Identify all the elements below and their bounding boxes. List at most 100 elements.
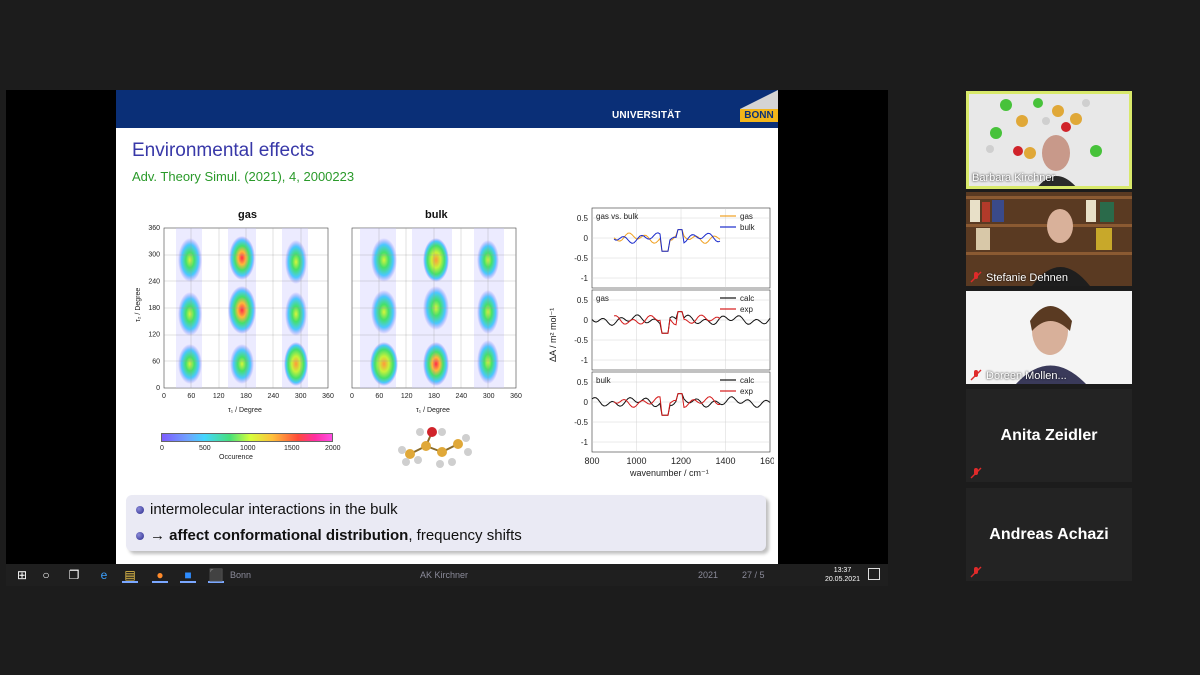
spectra-panel: 0.5 0 -0.5 -1 gas calc exp — [574, 289, 771, 371]
gas-heatmap-title: gas — [238, 209, 257, 221]
bulk-heatmap: 0 60 120 180 240 300 360 τ₁ / Degree — [350, 227, 522, 414]
bullet-text: , frequency shifts — [408, 527, 522, 544]
gas-ylabel: τ₂ / Degree — [135, 288, 142, 322]
participant-tile[interactable]: Doreen Mollen... — [966, 291, 1132, 384]
spectra-xtick: 1200 — [671, 456, 691, 466]
notification-icon[interactable] — [868, 568, 880, 580]
spectra-ytick: 0 — [584, 316, 589, 325]
task-view-icon[interactable]: ❐ — [66, 567, 82, 583]
colorbar-tick: 1500 — [284, 445, 300, 452]
spectra-panel-label: gas vs. bulk — [596, 212, 639, 221]
slide-title: Environmental effects — [132, 140, 315, 161]
heatmap-xtick: 180 — [428, 393, 440, 400]
presentation-slide: UNIVERSITÄT BONN Environmental effects A… — [116, 90, 778, 564]
heatmap-xtick: 240 — [267, 393, 279, 400]
heatmap-xtick: 360 — [510, 393, 522, 400]
heatmap-xtick: 60 — [375, 393, 383, 400]
bullet-text: intermolecular interactions in the bulk — [150, 501, 398, 518]
colorbar-tick: 2000 — [325, 445, 341, 452]
logo-universitaet: UNIVERSITÄT — [612, 110, 681, 121]
slide-subtitle: Adv. Theory Simul. (2021), 4, 2000223 — [132, 169, 355, 184]
spectra-xtick: 1000 — [626, 456, 646, 466]
participant-tile[interactable]: Stefanie Dehnen — [966, 192, 1132, 286]
bullet-bold-text: → affect conformational distribution — [150, 527, 409, 544]
pdf-reader-icon[interactable]: ⬛ — [208, 567, 224, 583]
slide-header-bar: UNIVERSITÄT BONN — [116, 90, 778, 128]
bullet-box: intermolecular interactions in the bulk … — [126, 495, 766, 551]
heatmap-xtick: 300 — [483, 393, 495, 400]
bulk-xlabel: τ₁ / Degree — [416, 407, 450, 414]
footer-center: AK Kirchner — [420, 570, 469, 580]
footer-left: Bonn — [230, 570, 252, 580]
spectra-panel: 0.5 0 -0.5 -1 gas vs. bulk gas bulk — [574, 207, 771, 289]
heatmap-xtick: 0 — [162, 393, 166, 400]
spectra-ytick: 0 — [584, 398, 589, 407]
spectra-xlabel: wavenumber / cm⁻¹ — [629, 468, 709, 478]
spectra-ytick: 0 — [584, 234, 589, 243]
bulk-heatmap-title: bulk — [425, 209, 448, 221]
bullet-icon — [136, 532, 144, 540]
heatmap-xtick: 300 — [295, 393, 307, 400]
heatmap-ytick: 0 — [156, 385, 160, 392]
taskbar-clock[interactable]: 13:37 20.05.2021 — [825, 566, 860, 584]
clock-time: 13:37 — [833, 567, 852, 574]
legend-label: bulk — [740, 223, 756, 232]
mic-muted-icon — [970, 369, 982, 381]
search-circle-icon[interactable]: ○ — [38, 567, 54, 583]
bullet-icon — [136, 506, 144, 514]
university-logo: UNIVERSITÄT BONN — [612, 90, 778, 128]
participant-tile[interactable]: Andreas Achazi — [966, 488, 1132, 581]
colorbar — [161, 433, 333, 442]
colorbar-label: Occurence — [219, 454, 253, 461]
spectra-ytick: -1 — [581, 438, 589, 447]
heatmap-ytick: 120 — [148, 332, 160, 339]
firefox-icon[interactable]: ● — [152, 567, 168, 583]
participant-name: Andreas Achazi — [989, 526, 1109, 543]
footer-page: 27 / 5 — [742, 570, 765, 580]
spectra-panel-label: gas — [596, 294, 609, 303]
spectra-ytick: -1 — [581, 274, 589, 283]
participant-name: Barbara Kirchner — [972, 172, 1056, 184]
legend-label: exp — [740, 387, 753, 396]
spectra-xtick: 800 — [584, 456, 599, 466]
participant-tile[interactable]: Anita Zeidler — [966, 389, 1132, 482]
spectra-xtick: 1400 — [715, 456, 735, 466]
heatmap-xtick: 240 — [455, 393, 467, 400]
heatmap-xtick: 180 — [240, 393, 252, 400]
heatmap-xtick: 120 — [401, 393, 413, 400]
mic-muted-icon — [970, 467, 982, 479]
zoom-meeting-window: UNIVERSITÄT BONN Environmental effects A… — [0, 0, 1200, 675]
participant-tile[interactable]: Barbara Kirchner — [966, 91, 1132, 189]
colorbar-tick: 500 — [199, 445, 211, 452]
heatmap-ytick: 60 — [152, 358, 160, 365]
spectra-panel-label: bulk — [596, 376, 612, 385]
logo-corner-triangle — [740, 90, 778, 109]
shared-screen: UNIVERSITÄT BONN Environmental effects A… — [6, 90, 888, 586]
spectra-xtick: 1600 — [760, 456, 774, 466]
heatmap-xtick: 120 — [213, 393, 225, 400]
windows-start-icon[interactable]: ⊞ — [14, 567, 30, 583]
spectra-ytick: 0.5 — [577, 296, 589, 305]
heatmap-xtick: 60 — [187, 393, 195, 400]
zoom-icon[interactable]: ■ — [180, 567, 196, 583]
file-explorer-icon[interactable]: ▤ — [122, 567, 138, 583]
colorbar-tick: 0 — [160, 445, 164, 452]
spectra-panel: 0.5 0 -0.5 -1 bulk calc exp — [574, 371, 771, 453]
legend-label: calc — [740, 294, 754, 303]
edge-icon[interactable]: e — [96, 567, 112, 583]
spectra-ytick: -0.5 — [574, 254, 588, 263]
logo-bonn: BONN — [740, 109, 778, 122]
heatmap-ytick: 240 — [148, 278, 160, 285]
footer-year: 2021 — [698, 570, 719, 580]
heatmap-ytick: 300 — [148, 252, 160, 259]
participant-name: Doreen Mollen... — [986, 370, 1067, 382]
colorbar-tick: 1000 — [240, 445, 256, 452]
heatmap-ytick: 360 — [148, 225, 160, 232]
spectra-ytick: -0.5 — [574, 418, 588, 427]
heatmap-ytick: 180 — [148, 305, 160, 312]
gas-xlabel: τ₁ / Degree — [228, 407, 262, 414]
spectra-ytick: -1 — [581, 356, 589, 365]
spectra-ytick: 0.5 — [577, 214, 589, 223]
legend-label: gas — [740, 212, 753, 221]
spectra-ytick: -0.5 — [574, 336, 588, 345]
